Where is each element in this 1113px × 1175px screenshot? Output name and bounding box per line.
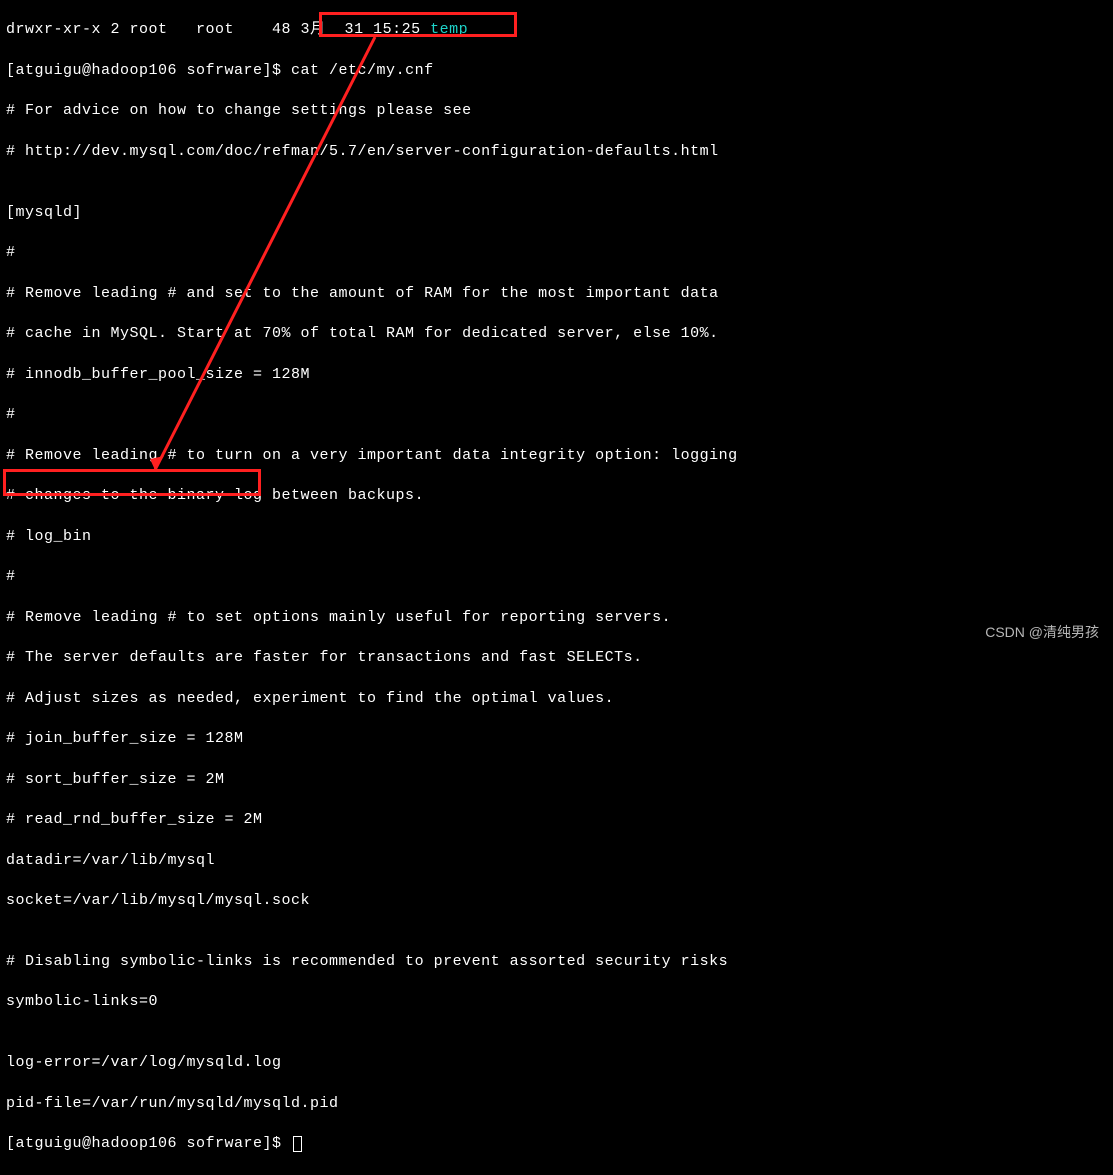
file-line: # For advice on how to change settings p… [6, 101, 1107, 121]
file-line: # Adjust sizes as needed, experiment to … [6, 689, 1107, 709]
file-line: log-error=/var/log/mysqld.log [6, 1053, 1107, 1073]
file-line: # changes to the binary log between back… [6, 486, 1107, 506]
file-line: # [6, 405, 1107, 425]
file-line: # Remove leading # to set options mainly… [6, 608, 1107, 628]
file-line: pid-file=/var/run/mysqld/mysqld.pid [6, 1094, 1107, 1114]
file-line: # sort_buffer_size = 2M [6, 770, 1107, 790]
prompt-line-1: [atguigu@hadoop106 sofrware]$ cat /etc/m… [6, 61, 1107, 81]
prompt-prefix: [atguigu@hadoop106 sofrware]$ [6, 1135, 291, 1152]
file-line: # The server defaults are faster for tra… [6, 648, 1107, 668]
terminal-output[interactable]: drwxr-xr-x 2 root root 48 3月 31 15:25 te… [0, 0, 1113, 1175]
prompt-line-2[interactable]: [atguigu@hadoop106 sofrware]$ [6, 1134, 1107, 1154]
file-line: # Remove leading # to turn on a very imp… [6, 446, 1107, 466]
file-line: # log_bin [6, 527, 1107, 547]
file-line: # Remove leading # and set to the amount… [6, 284, 1107, 304]
file-line: # read_rnd_buffer_size = 2M [6, 810, 1107, 830]
file-line: [mysqld] [6, 203, 1107, 223]
file-line: # cache in MySQL. Start at 70% of total … [6, 324, 1107, 344]
file-line: # [6, 243, 1107, 263]
ls-output-partial: drwxr-xr-x 2 root root 48 3月 31 15:25 te… [6, 20, 1107, 40]
file-line: # Disabling symbolic-links is recommende… [6, 952, 1107, 972]
watermark-text: CSDN @清纯男孩 [985, 623, 1099, 642]
file-line: # innodb_buffer_pool_size = 128M [6, 365, 1107, 385]
file-line: symbolic-links=0 [6, 992, 1107, 1012]
file-line: # [6, 567, 1107, 587]
file-line: socket=/var/lib/mysql/mysql.sock [6, 891, 1107, 911]
file-line: # join_buffer_size = 128M [6, 729, 1107, 749]
prompt-prefix: [atguigu@hadoop106 sofrware]$ [6, 62, 291, 79]
file-line: # http://dev.mysql.com/doc/refman/5.7/en… [6, 142, 1107, 162]
cursor-icon [293, 1136, 302, 1152]
command-text: cat /etc/my.cnf [291, 62, 434, 79]
file-line: datadir=/var/lib/mysql [6, 851, 1107, 871]
